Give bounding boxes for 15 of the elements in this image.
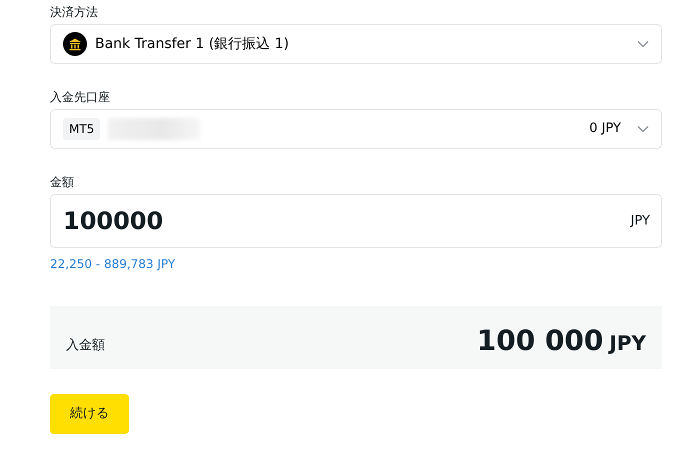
field-label: 入金先口座	[50, 89, 111, 105]
continue-button[interactable]: 続ける	[50, 394, 129, 434]
payment-method-select[interactable]: Bank Transfer 1 (銀行振込 1)	[50, 24, 662, 64]
field-label: 金額	[50, 174, 75, 190]
summary-amount: 100 000	[476, 327, 604, 355]
field-label: 決済方法	[50, 4, 99, 20]
summary-label: 入金額	[66, 336, 105, 354]
chevron-down-icon	[637, 125, 649, 133]
currency-label: JPY	[630, 212, 650, 230]
platform-tag: MT5	[63, 118, 100, 140]
amount-range: 22,250 - 889,783 JPY	[50, 256, 176, 273]
bank-icon	[63, 32, 87, 56]
account-select[interactable]: MT5 0 JPY	[50, 109, 662, 149]
chevron-down-icon	[637, 40, 649, 48]
summary-currency: JPY	[609, 333, 646, 353]
